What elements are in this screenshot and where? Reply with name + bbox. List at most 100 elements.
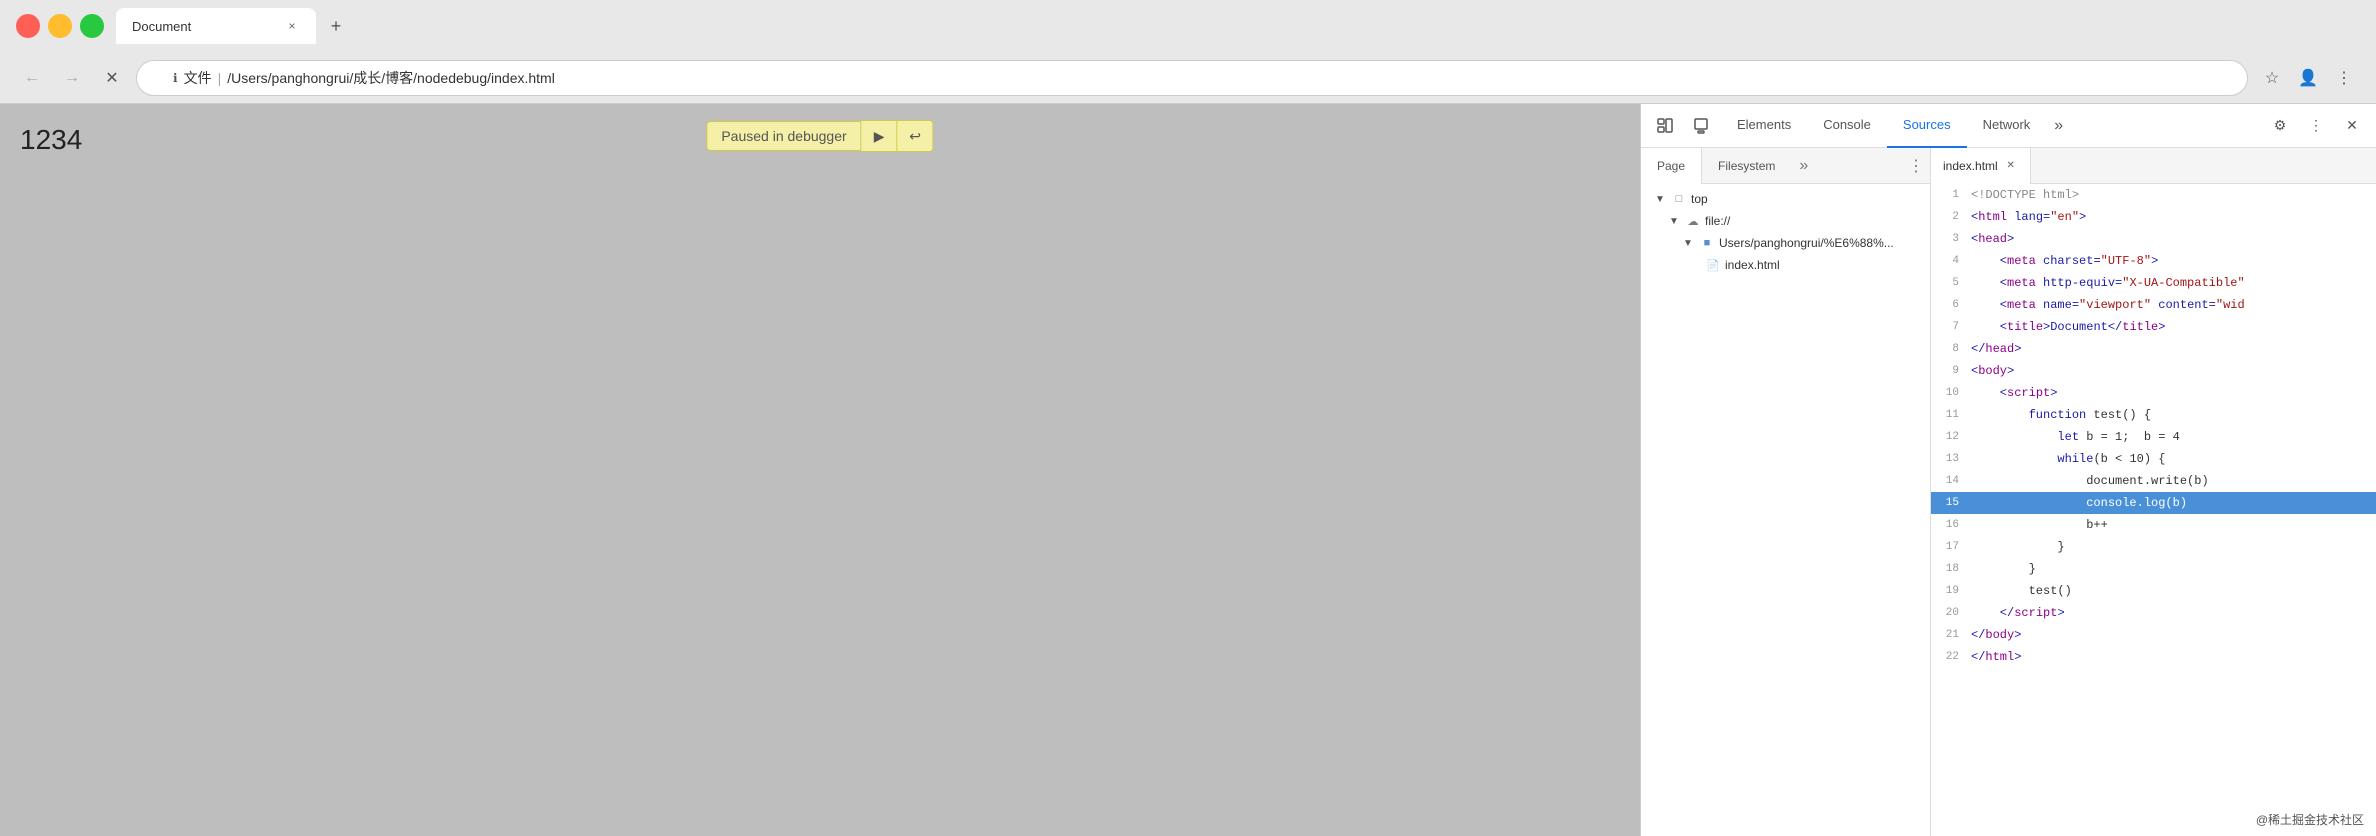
sidebar-menu-button[interactable]: ⋮ <box>1902 148 1930 184</box>
line-content: } <box>1971 562 2036 576</box>
devtools-menu-button[interactable]: ⋮ <box>2300 110 2332 142</box>
new-tab-button[interactable]: + <box>320 10 352 42</box>
sidebar-more-tabs[interactable]: » <box>1791 148 1816 184</box>
file-icon-html: 📄 <box>1705 257 1721 273</box>
line-number: 3 <box>1931 233 1971 245</box>
line-content: function test() { <box>1971 408 2151 422</box>
menu-icon: ⋮ <box>2309 117 2323 134</box>
line-content: <head> <box>1971 232 2014 246</box>
back-button[interactable]: ← <box>16 62 48 94</box>
tree-item-folder[interactable]: ▼ ■ Users/panghongrui/%E6%88%... <box>1641 232 1930 254</box>
device-toolbar-button[interactable] <box>1685 110 1717 142</box>
line-number: 20 <box>1931 607 1971 619</box>
line-number: 6 <box>1931 299 1971 311</box>
tree-item-file-html[interactable]: 📄 index.html <box>1641 254 1930 276</box>
line-content: b++ <box>1971 518 2108 532</box>
code-line: 11 function test() { <box>1931 404 2376 426</box>
editor-tab-filename: index.html <box>1943 159 1998 173</box>
url-separator: | <box>218 70 222 86</box>
resume-button[interactable]: ▶ <box>862 120 898 152</box>
minimize-traffic-light[interactable] <box>48 14 72 38</box>
code-line: 3<head> <box>1931 228 2376 250</box>
more-tabs-icon: » <box>2054 117 2063 135</box>
folder-icon-top: □ <box>1671 191 1687 207</box>
line-content: <body> <box>1971 364 2014 378</box>
line-number: 11 <box>1931 409 1971 421</box>
forward-button[interactable]: → <box>56 62 88 94</box>
more-button[interactable]: ⋮ <box>2328 62 2360 94</box>
line-number: 4 <box>1931 255 1971 267</box>
step-icon: ↩ <box>909 128 921 145</box>
line-number: 1 <box>1931 189 1971 201</box>
info-icon: ℹ <box>173 71 178 85</box>
page-text: 1234 <box>20 124 82 155</box>
line-content: <meta charset="UTF-8"> <box>1971 254 2158 268</box>
tab-close-button[interactable]: × <box>284 18 300 34</box>
line-content: </script> <box>1971 606 2065 620</box>
maximize-traffic-light[interactable] <box>80 14 104 38</box>
line-number: 8 <box>1931 343 1971 355</box>
code-line: 12 let b = 1; b = 4 <box>1931 426 2376 448</box>
devtools-close-button[interactable]: ✕ <box>2336 110 2368 142</box>
code-line: 15 console.log(b) <box>1931 492 2376 514</box>
sidebar-tab-page[interactable]: Page <box>1641 148 1702 184</box>
line-number: 14 <box>1931 475 1971 487</box>
editor-tab-index-html[interactable]: index.html ✕ <box>1931 148 2031 184</box>
line-content: </head> <box>1971 342 2021 356</box>
address-input[interactable]: ℹ 文件 | /Users/panghongrui/成长/博客/nodedebu… <box>136 60 2248 96</box>
code-line: 8</head> <box>1931 338 2376 360</box>
code-line: 17 } <box>1931 536 2376 558</box>
line-content: let b = 1; b = 4 <box>1971 430 2180 444</box>
tab-console[interactable]: Console <box>1807 104 1887 148</box>
tab-network[interactable]: Network <box>1967 104 2047 148</box>
close-icon: ✕ <box>2346 117 2358 134</box>
devtools-tabs: Elements Console Sources Network » <box>1721 104 2260 148</box>
inspect-element-button[interactable] <box>1649 110 1681 142</box>
tree-item-top[interactable]: ▼ □ top <box>1641 188 1930 210</box>
code-line: 20 </script> <box>1931 602 2376 624</box>
sources-sidebar-tabs: Page Filesystem » ⋮ <box>1641 148 1930 184</box>
settings-icon: ⚙ <box>2274 117 2287 134</box>
sources-tree: ▼ □ top ▼ ☁ file:// ▼ ■ <box>1641 184 1930 836</box>
code-line: 4 <meta charset="UTF-8"> <box>1931 250 2376 272</box>
line-content: <meta name="viewport" content="wid <box>1971 298 2245 312</box>
sidebar-tab-filesystem[interactable]: Filesystem <box>1702 148 1791 184</box>
editor-tab-close[interactable]: ✕ <box>2004 159 2018 173</box>
sidebar-menu-icon: ⋮ <box>1908 156 1924 176</box>
line-content: <title>Document</title> <box>1971 320 2165 334</box>
close-traffic-light[interactable] <box>16 14 40 38</box>
watermark: @稀土掘金技术社区 <box>2256 811 2364 828</box>
title-bar: Document × + <box>0 0 2376 52</box>
browser-tab[interactable]: Document × <box>116 8 316 44</box>
line-number: 15 <box>1931 497 1971 509</box>
tree-arrow-folder: ▼ <box>1681 236 1695 250</box>
tree-arrow-top: ▼ <box>1653 192 1667 206</box>
url-path: /Users/panghongrui/成长/博客/nodedebug/index… <box>227 68 555 88</box>
resume-icon: ▶ <box>874 128 885 145</box>
line-number: 2 <box>1931 211 1971 223</box>
tab-sources[interactable]: Sources <box>1887 104 1967 148</box>
page-content: 1234 Paused in debugger ▶ ↩ <box>0 104 1640 836</box>
profile-button[interactable]: 👤 <box>2292 62 2324 94</box>
line-content: <html lang="en"> <box>1971 210 2086 224</box>
line-number: 10 <box>1931 387 1971 399</box>
code-line: 13 while(b < 10) { <box>1931 448 2376 470</box>
bookmark-button[interactable]: ☆ <box>2256 62 2288 94</box>
line-content: test() <box>1971 584 2072 598</box>
code-line: 10 <script> <box>1931 382 2376 404</box>
tree-item-file[interactable]: ▼ ☁ file:// <box>1641 210 1930 232</box>
step-over-button[interactable]: ↩ <box>898 120 934 152</box>
more-tabs-button[interactable]: » <box>2046 104 2071 148</box>
code-area[interactable]: 1<!DOCTYPE html>2<html lang="en">3<head>… <box>1931 184 2376 836</box>
devtools-settings-button[interactable]: ⚙ <box>2264 110 2296 142</box>
line-number: 19 <box>1931 585 1971 597</box>
tab-elements[interactable]: Elements <box>1721 104 1807 148</box>
code-line: 22</html> <box>1931 646 2376 668</box>
address-actions: ☆ 👤 ⋮ <box>2256 62 2360 94</box>
line-number: 5 <box>1931 277 1971 289</box>
more-icon: » <box>1799 157 1808 175</box>
code-line: 7 <title>Document</title> <box>1931 316 2376 338</box>
line-number: 13 <box>1931 453 1971 465</box>
devtools-toolbar: Elements Console Sources Network » ⚙ <box>1641 104 2376 148</box>
reload-button[interactable]: ✕ <box>96 62 128 94</box>
